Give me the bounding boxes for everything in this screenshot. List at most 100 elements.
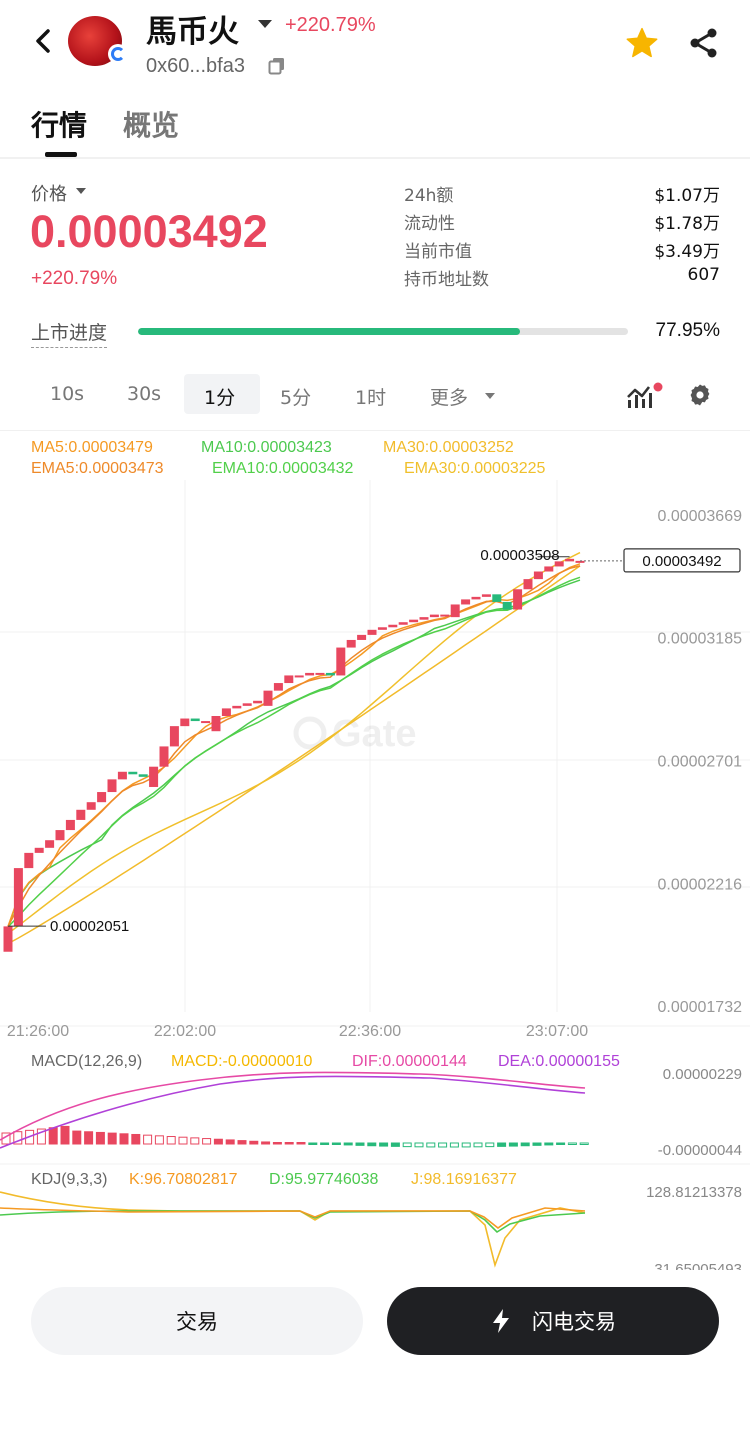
flash-trade-button[interactable]: 闪电交易 [387, 1287, 719, 1355]
macd-bar [331, 1142, 341, 1145]
candle [65, 819, 75, 831]
kline-chart[interactable]: Gate 0.000036690.000031850.000027010.000… [0, 480, 750, 1270]
candle [377, 627, 387, 630]
stat-value: 607 [687, 265, 720, 285]
macd-bar [567, 1142, 577, 1145]
interval-10s[interactable]: 10s [50, 383, 84, 405]
stat-value: $1.07万 [654, 186, 720, 206]
macd-bar [296, 1142, 306, 1145]
last-price-marker: 0.00003492 [580, 548, 741, 573]
kdj-axis-bottom: 31.65005493 [654, 1261, 742, 1270]
macd-bar [154, 1135, 164, 1145]
interval-more[interactable]: 更多 [430, 383, 468, 410]
candle [450, 604, 460, 618]
min-price-label: 0.00002051 [50, 918, 129, 935]
candle [117, 771, 127, 780]
macd-bar [390, 1142, 400, 1147]
k-line [0, 1207, 586, 1229]
macd-bar [213, 1138, 223, 1145]
tab-market[interactable]: 行情 [31, 104, 87, 144]
macd-bar [308, 1142, 318, 1145]
candle [169, 726, 179, 747]
candle [336, 647, 346, 676]
candle [325, 672, 335, 676]
indicator-chart-icon[interactable] [626, 381, 664, 409]
macd-bar [449, 1142, 459, 1148]
ema10-line [7, 576, 581, 928]
candle [461, 599, 471, 605]
k-value: K:96.70802817 [129, 1171, 238, 1188]
time-tick-label: 21:26:00 [7, 1023, 69, 1040]
candle [284, 675, 294, 684]
dif-line [0, 1071, 586, 1141]
candle [346, 639, 356, 648]
candle [13, 868, 23, 927]
candle [76, 809, 86, 820]
trade-button[interactable]: 交易 [31, 1287, 363, 1355]
candle [55, 830, 65, 841]
candle [533, 571, 543, 580]
macd-bar [107, 1132, 117, 1145]
candle [440, 614, 450, 617]
macd-bar [237, 1140, 247, 1145]
macd-title: MACD(12,26,9) [31, 1053, 142, 1070]
candle [294, 675, 304, 678]
macd-histogram [1, 1125, 589, 1148]
settings-gear-icon[interactable] [688, 383, 712, 407]
price-axis: 0.00003669 0.00003185 0.00002701 0.00002216… [657, 508, 742, 1016]
last-price-label: 0.00003492 [642, 553, 721, 570]
token-switch-caret-icon[interactable] [258, 20, 272, 28]
candle [107, 779, 117, 793]
macd-bar [343, 1142, 353, 1146]
ma5-legend: MA5:0.00003479 [31, 439, 153, 456]
candle [429, 614, 439, 618]
candle [409, 619, 419, 623]
candle [523, 579, 533, 590]
candle [357, 634, 367, 640]
stat-row-liquidity: 流动性 $1.78万 [404, 208, 720, 236]
macd-bar [143, 1134, 153, 1145]
macd-axis-top: 0.00000229 [663, 1066, 742, 1083]
candle [513, 589, 523, 610]
token-name[interactable]: 馬币火 [146, 6, 239, 51]
candle [159, 746, 169, 767]
copy-icon[interactable] [268, 57, 286, 75]
flash-trade-button-label: 闪电交易 [532, 1310, 616, 1334]
macd-bar [190, 1137, 200, 1145]
candle [211, 715, 221, 732]
current-price: 0.00003492 [30, 206, 268, 257]
ema5-legend: EMA5:0.00003473 [31, 460, 164, 477]
price-label[interactable]: 价格 [31, 180, 67, 206]
macd-bar [414, 1142, 424, 1148]
candle [3, 926, 13, 952]
macd-bar [379, 1142, 389, 1147]
favorite-star-icon[interactable] [624, 26, 660, 60]
ema5-line [7, 565, 581, 927]
max-price-label: 0.00003508 [480, 547, 559, 564]
interval-30s[interactable]: 30s [127, 383, 161, 405]
macd-bar [544, 1142, 554, 1146]
watermark-text: Gate [332, 713, 416, 755]
price-tick-label: 0.00001732 [657, 999, 742, 1016]
candlesticks [3, 558, 585, 952]
macd-bar [508, 1142, 518, 1147]
interval-1h[interactable]: 1时 [355, 383, 386, 410]
time-tick-label: 22:36:00 [339, 1023, 401, 1040]
time-tick-label: 22:02:00 [154, 1023, 216, 1040]
interval-5m[interactable]: 5分 [280, 383, 311, 410]
back-arrow-icon[interactable] [30, 26, 56, 56]
listing-progress-label[interactable]: 上市进度 [31, 318, 108, 348]
candle [367, 629, 377, 635]
kdj-title: KDJ(9,3,3) [31, 1171, 107, 1188]
chevron-down-icon[interactable] [485, 393, 495, 399]
candle [221, 708, 231, 716]
stat-label: 24h额 [404, 186, 454, 206]
tab-overview[interactable]: 概览 [123, 104, 179, 144]
price-unit-caret-icon[interactable] [76, 188, 86, 194]
macd-bar [119, 1133, 129, 1145]
macd-bar [320, 1142, 330, 1145]
macd-bar [202, 1138, 212, 1145]
macd-bar [473, 1142, 483, 1148]
share-icon[interactable] [688, 27, 720, 59]
interval-1m[interactable]: 1分 [204, 383, 235, 410]
